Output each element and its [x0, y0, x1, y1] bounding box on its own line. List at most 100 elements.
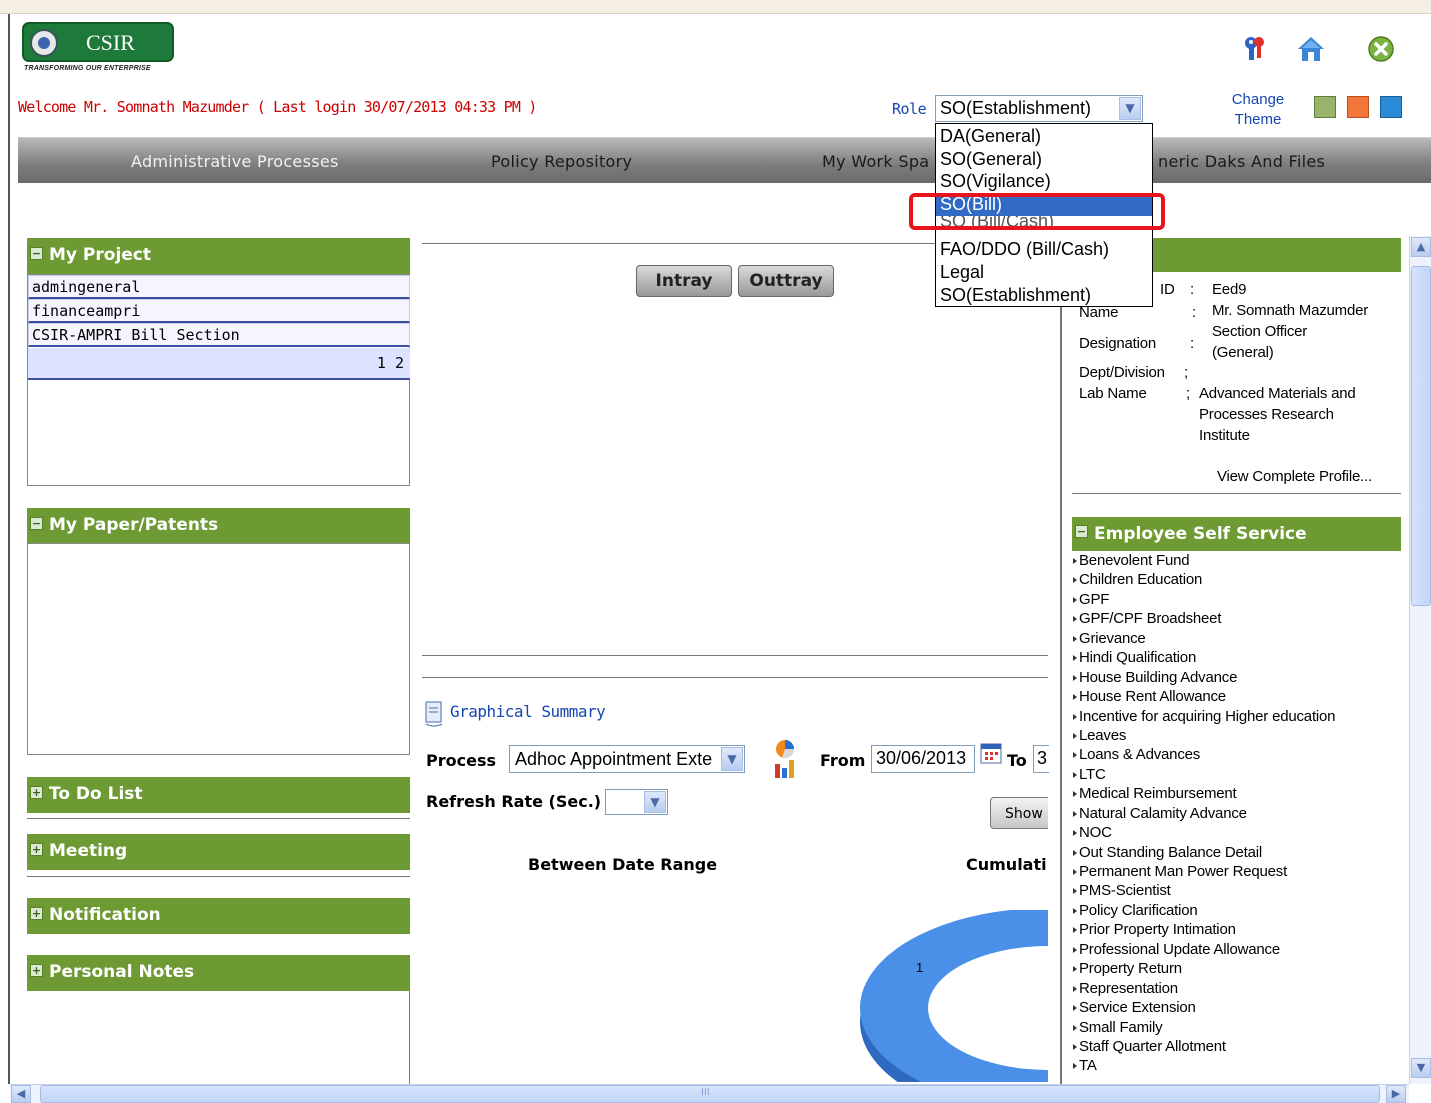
- ess-item[interactable]: House Rent Allowance: [1072, 687, 1335, 706]
- ess-item[interactable]: PMS-Scientist: [1072, 881, 1335, 900]
- role-option[interactable]: SO(Establishment): [936, 284, 1152, 307]
- profile-designation-label: Designation: [1079, 335, 1157, 352]
- ess-item[interactable]: LTC: [1072, 765, 1335, 784]
- project-item[interactable]: admingeneral: [28, 275, 410, 299]
- calendar-icon[interactable]: [979, 741, 1003, 765]
- help-icon[interactable]: [1240, 34, 1270, 64]
- ess-item[interactable]: House Building Advance: [1072, 668, 1335, 687]
- theme-swatch-orange[interactable]: [1347, 96, 1369, 118]
- profile-dept-label: Dept/Division: [1079, 364, 1165, 381]
- chevron-down-icon[interactable]: ▼: [1119, 97, 1141, 120]
- expand-icon[interactable]: +: [30, 964, 43, 977]
- intray-button[interactable]: Intray: [636, 265, 732, 297]
- collapse-icon[interactable]: −: [1075, 525, 1088, 538]
- from-date-input[interactable]: 30/06/2013: [871, 745, 975, 773]
- ess-header[interactable]: − Employee Self Service: [1072, 517, 1401, 551]
- my-project-header[interactable]: − My Project: [27, 238, 410, 274]
- expand-icon[interactable]: +: [30, 786, 43, 799]
- role-label: Role: [892, 100, 927, 118]
- role-option[interactable]: DA(General): [936, 125, 1152, 148]
- scrollbar-thumb[interactable]: [1411, 266, 1431, 606]
- ess-item[interactable]: GPF: [1072, 590, 1335, 609]
- ess-item[interactable]: Policy Clarification: [1072, 901, 1335, 920]
- ess-item[interactable]: Small Family: [1072, 1018, 1335, 1037]
- theme-swatch-blue[interactable]: [1380, 96, 1402, 118]
- todo-header[interactable]: + To Do List: [27, 777, 410, 813]
- ess-item[interactable]: Medical Reimbursement: [1072, 784, 1335, 803]
- divider: [422, 677, 1048, 678]
- scroll-down-icon[interactable]: ▼: [1411, 1058, 1431, 1078]
- collapse-icon[interactable]: −: [30, 247, 43, 260]
- nav-my-work-space[interactable]: My Work Spa: [822, 152, 929, 171]
- process-select[interactable]: Adhoc Appointment Exte ▼: [509, 745, 745, 773]
- profile-designation-line2: (General): [1212, 344, 1274, 361]
- scrollbar-thumb[interactable]: III: [40, 1085, 1380, 1103]
- project-item[interactable]: CSIR-AMPRI Bill Section: [28, 323, 410, 347]
- close-icon[interactable]: [1366, 34, 1396, 64]
- ess-item[interactable]: TA: [1072, 1056, 1335, 1075]
- profile-lab-line3: Institute: [1199, 427, 1250, 444]
- vertical-scrollbar[interactable]: ▲ ▼: [1409, 236, 1431, 1084]
- horizontal-scrollbar[interactable]: ◀ III ▶: [10, 1084, 1409, 1103]
- meeting-header[interactable]: + Meeting: [27, 834, 410, 870]
- scroll-up-icon[interactable]: ▲: [1411, 237, 1431, 257]
- refresh-rate-select[interactable]: ▼: [605, 789, 668, 815]
- ess-item[interactable]: Natural Calamity Advance: [1072, 804, 1335, 823]
- ess-item[interactable]: Grievance: [1072, 629, 1335, 648]
- nav-generic-daks-and-files[interactable]: neric Daks And Files: [1158, 152, 1325, 171]
- donut-chart: 1: [860, 910, 1048, 1082]
- to-date-input[interactable]: 3: [1033, 745, 1049, 773]
- notification-title: Notification: [49, 905, 161, 925]
- role-option[interactable]: Legal: [936, 261, 1152, 284]
- change-theme-link[interactable]: Change Theme: [1226, 90, 1290, 130]
- highlight-box: [909, 193, 1165, 230]
- chevron-down-icon[interactable]: ▼: [721, 747, 743, 771]
- ess-item[interactable]: Professional Update Allowance: [1072, 940, 1335, 959]
- scroll-right-icon[interactable]: ▶: [1386, 1085, 1406, 1103]
- ess-item[interactable]: GPF/CPF Broadsheet: [1072, 609, 1335, 628]
- project-item[interactable]: financeampri: [28, 299, 410, 323]
- ess-item[interactable]: Incentive for acquiring Higher education: [1072, 707, 1336, 726]
- ess-item[interactable]: Prior Property Intimation: [1072, 920, 1335, 939]
- show-button[interactable]: Show: [990, 797, 1048, 829]
- nav-administrative-processes[interactable]: Administrative Processes: [131, 152, 339, 171]
- ess-item[interactable]: NOC: [1072, 823, 1335, 842]
- profile-designation-line1: Section Officer: [1212, 323, 1308, 340]
- theme-swatch-green[interactable]: [1314, 96, 1336, 118]
- view-complete-profile-link[interactable]: View Complete Profile...: [1217, 468, 1372, 485]
- scroll-left-icon[interactable]: ◀: [11, 1085, 31, 1103]
- ess-item[interactable]: Benevolent Fund: [1072, 551, 1335, 570]
- collapse-icon[interactable]: −: [30, 517, 43, 530]
- ess-item[interactable]: Permanent Man Power Request: [1072, 862, 1335, 881]
- process-label: Process: [426, 751, 496, 770]
- project-pagination[interactable]: 1 2: [28, 348, 410, 380]
- ess-item[interactable]: Hindi Qualification: [1072, 648, 1335, 667]
- profile-name-value: Mr. Somnath Mazumder: [1212, 302, 1369, 319]
- ess-item[interactable]: Property Return: [1072, 959, 1335, 978]
- role-option[interactable]: SO(Vigilance): [936, 170, 1152, 193]
- ess-item[interactable]: Service Extension: [1072, 998, 1335, 1017]
- ess-item[interactable]: Staff Quarter Allotment: [1072, 1037, 1335, 1056]
- outtray-button[interactable]: Outtray: [738, 265, 834, 297]
- pie-chart-icon[interactable]: [770, 738, 800, 780]
- role-select[interactable]: SO(Establishment) ▼: [935, 95, 1143, 122]
- csir-logo[interactable]: CSIR TRANSFORMING OUR ENTERPRISE: [22, 22, 174, 74]
- my-paper-title: My Paper/Patents: [49, 515, 219, 535]
- profile-id-label: ID: [1160, 281, 1175, 298]
- ess-item[interactable]: Loans & Advances: [1072, 745, 1335, 764]
- ess-item[interactable]: Leaves: [1072, 726, 1335, 745]
- role-option[interactable]: FAO/DDO (Bill/Cash): [936, 238, 1152, 261]
- ess-item[interactable]: Representation: [1072, 979, 1335, 998]
- expand-icon[interactable]: +: [30, 907, 43, 920]
- ess-item[interactable]: Out Standing Balance Detail: [1072, 843, 1335, 862]
- nav-policy-repository[interactable]: Policy Repository: [491, 152, 632, 171]
- my-paper-header[interactable]: − My Paper/Patents: [27, 508, 410, 544]
- notification-header[interactable]: + Notification: [27, 898, 410, 934]
- personal-notes-header[interactable]: + Personal Notes: [27, 955, 410, 991]
- chevron-down-icon[interactable]: ▼: [644, 791, 666, 813]
- home-icon[interactable]: [1296, 34, 1326, 64]
- expand-icon[interactable]: +: [30, 843, 43, 856]
- ess-item[interactable]: Children Education: [1072, 570, 1335, 589]
- role-option[interactable]: SO(General): [936, 148, 1152, 171]
- graphical-summary-link[interactable]: Graphical Summary: [450, 702, 606, 721]
